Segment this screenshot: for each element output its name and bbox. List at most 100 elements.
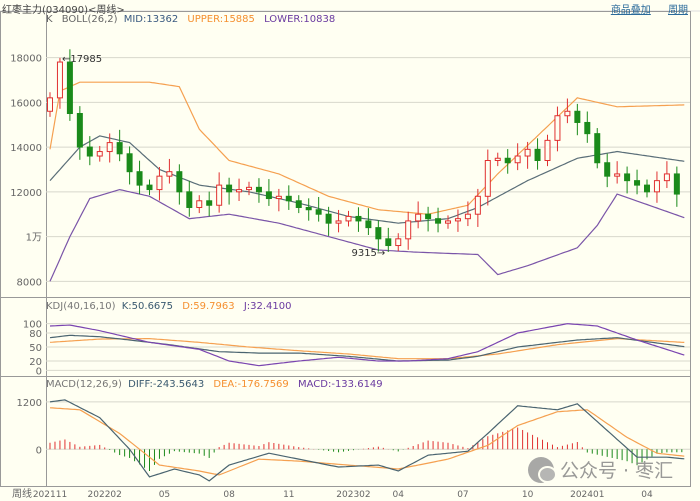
- candle-body: [385, 238, 392, 247]
- candle-body: [335, 220, 342, 224]
- kdj-d-value: D:59.7963: [182, 301, 235, 312]
- x-tick-label: 07: [457, 490, 468, 500]
- candle-body: [673, 173, 680, 195]
- price-y-tick: 8000: [17, 277, 42, 288]
- boll-mid-line: [49, 135, 685, 224]
- macd-diff-value: DIFF:-243.5643: [128, 379, 205, 390]
- candle-body: [196, 200, 203, 208]
- x-tick-label: 04: [393, 490, 405, 500]
- candle-body: [116, 142, 123, 155]
- candle-body: [66, 61, 73, 115]
- candle-body: [584, 121, 591, 135]
- candle-body: [365, 220, 372, 229]
- candle: [365, 208, 372, 236]
- candle: [614, 161, 621, 184]
- candle: [524, 141, 531, 169]
- overlay-product-link[interactable]: 商品叠加: [611, 5, 651, 16]
- macd-value: MACD:-133.6149: [297, 379, 383, 390]
- candle: [385, 227, 392, 252]
- candle-body: [604, 162, 611, 177]
- candle: [574, 103, 581, 136]
- candle-body: [206, 200, 213, 206]
- y-axis-frame: [0, 11, 47, 487]
- candle: [295, 195, 302, 214]
- candle-body: [554, 115, 561, 141]
- candle: [504, 149, 511, 174]
- candle-body: [305, 206, 312, 211]
- boll-lower-value: LOWER:10838: [264, 14, 336, 25]
- boll-lower-line: [49, 188, 685, 282]
- candle: [673, 166, 680, 207]
- x-tick-label: 05: [159, 490, 170, 500]
- kdj-y-tick: 80: [29, 329, 42, 340]
- period-link[interactable]: 周期: [668, 5, 688, 16]
- candle-body: [47, 97, 53, 112]
- candle-body: [594, 133, 601, 164]
- candle-body: [216, 184, 223, 206]
- boll-upper-value: UPPER:15885: [187, 14, 255, 25]
- candle: [375, 220, 382, 252]
- candle: [454, 209, 461, 232]
- candle-body: [345, 215, 352, 222]
- kdj-y-tick: 50: [29, 343, 42, 354]
- kdj-j-line: [49, 323, 685, 367]
- candle-body: [524, 148, 531, 157]
- candle-body: [435, 218, 442, 224]
- x-tick-label: 202302: [336, 490, 370, 500]
- candle: [584, 111, 591, 143]
- candle-body: [644, 184, 650, 193]
- watermark: 公众号 · 枣汇: [528, 456, 673, 483]
- candle: [156, 166, 163, 201]
- candle-body: [86, 146, 93, 157]
- candle: [484, 149, 491, 206]
- candle-body: [464, 213, 471, 220]
- price-y-tick: 16000: [10, 98, 42, 109]
- candle: [405, 211, 412, 250]
- macd-header: MACD(12,26,9) DIFF:-243.5643 DEA:-176.75…: [46, 379, 389, 390]
- candle: [345, 210, 352, 227]
- candle: [146, 179, 153, 196]
- candle: [395, 233, 402, 252]
- candle-body: [494, 157, 501, 162]
- k-label: K: [46, 14, 53, 25]
- candle: [196, 195, 203, 214]
- candle-body: [146, 184, 153, 191]
- watermark-text: 公众号 · 枣汇: [560, 460, 674, 482]
- candle-body: [395, 238, 402, 247]
- candle: [445, 215, 451, 229]
- candle-body: [544, 139, 551, 161]
- futures-chart: 180001600014000120001万800010080502001200…: [0, 10, 700, 500]
- candle-body: [355, 215, 362, 222]
- candle: [265, 179, 272, 206]
- candle: [136, 160, 143, 195]
- price-y-tick: 14000: [10, 143, 42, 154]
- price-y-tick: 1万: [26, 233, 42, 244]
- candle-body: [236, 189, 243, 193]
- candle: [285, 185, 292, 210]
- candle-body: [405, 220, 412, 240]
- candle-body: [315, 209, 322, 215]
- candle-body: [415, 213, 422, 222]
- x-tick-label: 04: [641, 490, 653, 500]
- price-y-tick: 12000: [10, 188, 42, 199]
- candle-body: [156, 175, 163, 191]
- candle-body: [255, 186, 262, 193]
- candle-body: [375, 227, 382, 240]
- period-label: 周线: [12, 487, 32, 500]
- candle-body: [285, 195, 292, 202]
- candle: [166, 158, 173, 184]
- candle: [355, 207, 362, 232]
- candle-body: [663, 173, 670, 182]
- kdj-label: KDJ(40,16,10): [46, 301, 116, 312]
- candle: [236, 178, 243, 202]
- candle-body: [325, 213, 332, 224]
- candle-body: [454, 218, 461, 222]
- macd-y-tick: 0: [36, 445, 42, 456]
- candle: [494, 152, 501, 167]
- macd-label: MACD(12,26,9): [46, 379, 122, 390]
- candle-body: [564, 110, 571, 117]
- x-tick-label: 08: [223, 490, 235, 500]
- candle: [594, 128, 601, 169]
- wechat-icon: [528, 456, 557, 483]
- high-price-label: ←17985: [62, 54, 102, 65]
